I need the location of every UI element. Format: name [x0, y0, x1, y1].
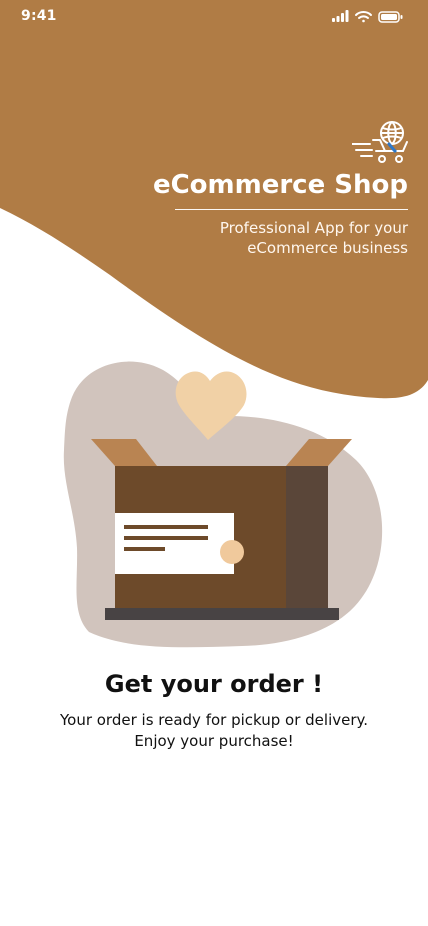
message-line-1: Your order is ready for pickup or delive… [59, 711, 369, 729]
app-subtitle: Professional App for your eCommerce busi… [148, 218, 408, 258]
subtitle-line-2: eCommerce business [247, 239, 408, 257]
message-body: Your order is ready for pickup or delive… [0, 710, 428, 752]
app-title: eCommerce Shop [152, 170, 408, 200]
battery-icon [378, 11, 403, 23]
status-icons [332, 10, 403, 23]
signal-icon [332, 10, 349, 22]
wifi-icon [355, 11, 372, 23]
title-divider [175, 209, 408, 210]
box-base [105, 608, 339, 620]
message-line-2: Enjoy your purchase! [134, 732, 294, 750]
box-side [286, 466, 328, 610]
open-box-heart-illustration [63, 361, 383, 648]
subtitle-line-1: Professional App for your [219, 219, 408, 237]
status-bar: 9:41 [0, 0, 428, 34]
order-ready-screen: 9:41 eCommerce Shop Professional App for… [0, 0, 428, 926]
shopping-cart-globe-icon [352, 121, 408, 163]
page-title: Get your order ! [104, 670, 324, 698]
shipping-label-icon [115, 513, 244, 574]
status-time: 9:41 [21, 8, 57, 24]
message-content: Get your order ! Your order is ready for… [0, 668, 428, 752]
